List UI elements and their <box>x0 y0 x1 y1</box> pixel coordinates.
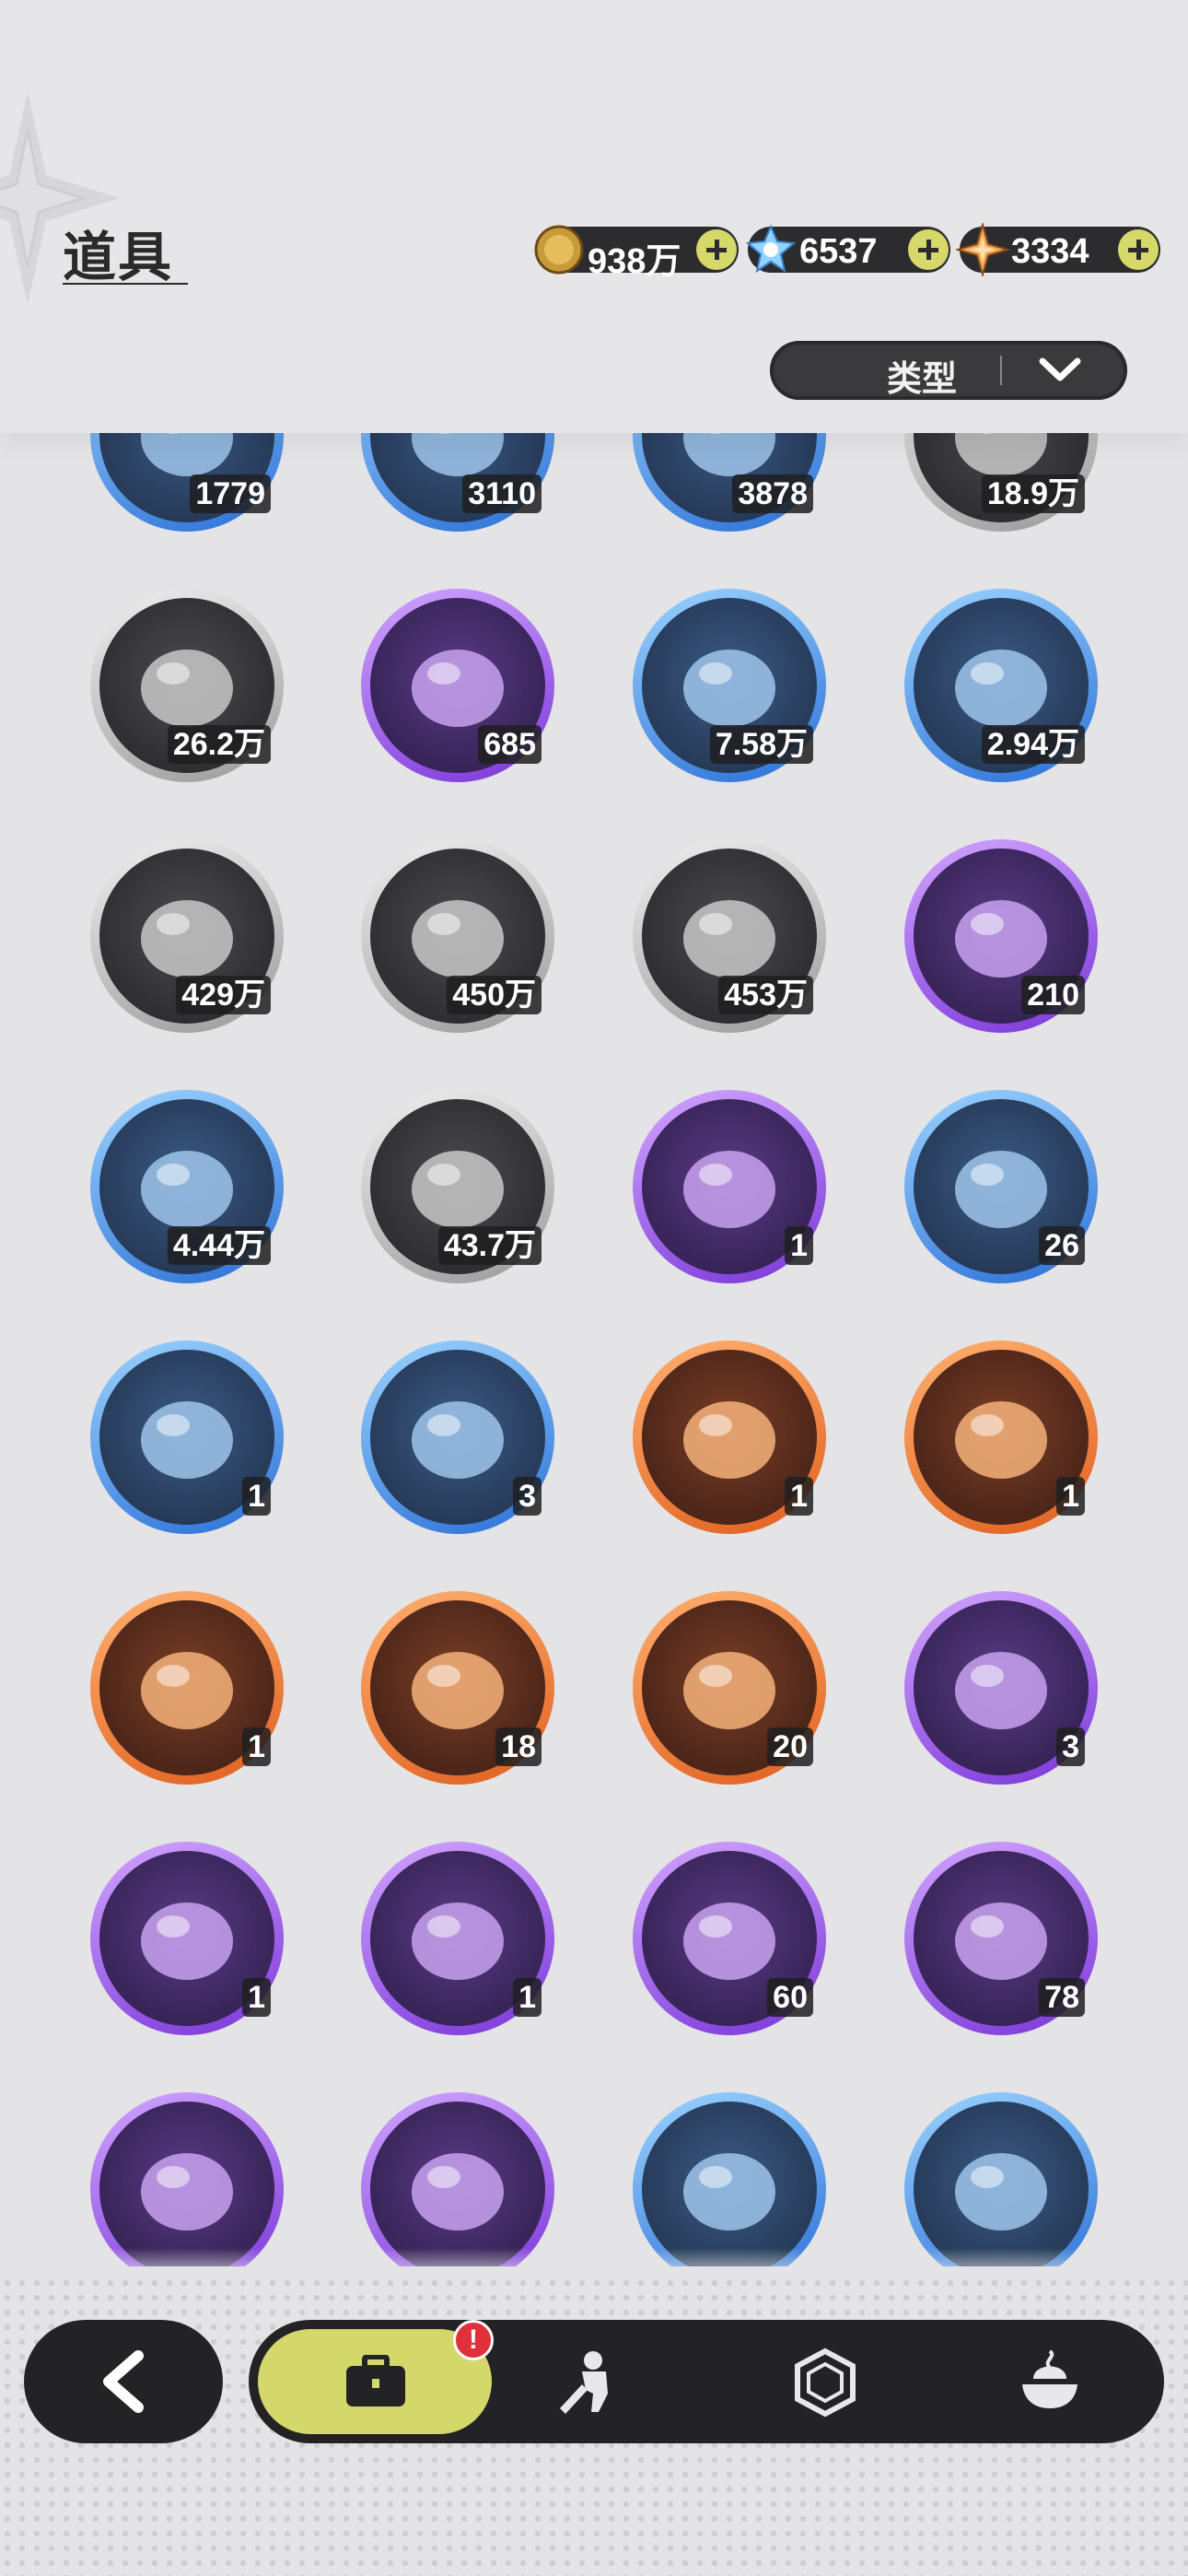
tab-food[interactable] <box>995 2329 1105 2434</box>
item-count: 3 <box>513 1477 542 1516</box>
item-slot-cherry-blossom-bouquet[interactable]: 3 <box>904 1591 1098 1785</box>
currency-gold-value: 938万 <box>588 242 681 281</box>
item-slot-yellow-flowers[interactable] <box>904 2092 1098 2266</box>
item-slot-pet-food-bag-brown[interactable]: 43.7万 <box>361 1090 554 1283</box>
item-slot-pet-food-bag-blue[interactable]: 4.44万 <box>90 1090 284 1283</box>
recipe-book-icon <box>141 2153 233 2231</box>
item-count: 210 <box>1021 976 1085 1014</box>
item-slot-recipe-book[interactable] <box>90 2092 284 2266</box>
item-slot-dried-flowers[interactable]: 1 <box>90 1341 284 1534</box>
type-filter-label: 类型 <box>886 360 957 399</box>
title-underline <box>63 283 188 285</box>
item-count: 1 <box>242 1978 271 2017</box>
item-count: 450万 <box>447 976 542 1014</box>
tab-gems[interactable] <box>770 2329 880 2434</box>
tab-items[interactable]: ! <box>258 2320 494 2434</box>
currency-gold[interactable]: 938万 <box>534 225 739 281</box>
item-slot-sand-pile[interactable]: 429万 <box>90 839 284 1033</box>
type-filter-dropdown[interactable]: 类型 <box>770 341 1127 400</box>
item-count: 43.7万 <box>437 1226 542 1265</box>
item-count: 78 <box>1039 1978 1085 2017</box>
item-slot-diamond-gift[interactable]: 20 <box>633 1591 826 1785</box>
tab-character[interactable] <box>534 2329 645 2434</box>
item-slot-egg[interactable]: 26 <box>904 1090 1098 1283</box>
page-title: 道具 <box>63 228 174 287</box>
item-count: 18.9万 <box>981 474 1085 513</box>
back-button[interactable] <box>24 2320 223 2443</box>
item-slot-crown[interactable]: 18 <box>361 1591 554 1785</box>
currency-crystal-value: 6537 <box>799 232 878 271</box>
item-count: 1 <box>242 1477 271 1516</box>
item-slot-logs[interactable]: 18.9万 <box>904 433 1098 532</box>
gold-coin-icon <box>534 225 584 275</box>
header: 道具 938万 6537 3334 类型 <box>0 0 1188 433</box>
item-count: 4.44万 <box>167 1226 271 1265</box>
briefcase-icon <box>346 2355 405 2406</box>
item-count: 7.58万 <box>709 725 813 764</box>
blue-flowers-icon <box>683 2153 775 2231</box>
currency-star[interactable]: 3334 <box>956 223 1160 276</box>
item-slot-lily-bouquet[interactable]: 1 <box>90 1842 284 2035</box>
item-slot-straw-bundle[interactable]: 1 <box>633 1090 826 1283</box>
add-crystal-button[interactable] <box>908 229 949 270</box>
currency-star-value: 3334 <box>1011 232 1089 271</box>
item-grid: 1779 3110 3878 18.9万 26.2万 685 7.58万 2.94万 429万 4… <box>0 433 1188 2266</box>
item-slot-dark-crystal[interactable]: 450万 <box>361 839 554 1033</box>
item-slot-gold-crystal[interactable]: 685 <box>361 589 554 782</box>
item-count: 20 <box>767 1727 813 1766</box>
star-gem-icon <box>956 223 1009 276</box>
item-slot-potion-vial[interactable]: 3 <box>361 1341 554 1534</box>
back-arrow-icon <box>103 2350 144 2413</box>
item-slot-weapon-book[interactable] <box>361 2092 554 2266</box>
yellow-flowers-icon <box>955 2153 1047 2231</box>
item-count: 1779 <box>190 474 271 513</box>
weapon-book-icon <box>412 2153 504 2231</box>
item-count: 1 <box>513 1978 542 2017</box>
item-slot-pocket-watch[interactable]: 1 <box>904 1341 1098 1534</box>
chevron-down-icon <box>1039 357 1081 381</box>
add-gold-button[interactable] <box>696 229 737 270</box>
item-slot-iron-bars[interactable]: 26.2万 <box>90 589 284 782</box>
bottom-nav: ! <box>249 2320 1164 2443</box>
item-slot-purple-orb[interactable]: 453万 <box>633 839 826 1033</box>
item-slot-leaf[interactable]: 3878 <box>633 433 826 532</box>
character-icon <box>560 2351 608 2414</box>
currency-crystal[interactable]: 6537 <box>745 224 950 274</box>
item-count: 1 <box>785 1226 813 1265</box>
food-bowl-icon <box>1022 2349 1077 2408</box>
item-slot-blue-flowers[interactable] <box>633 2092 826 2266</box>
item-count: 1 <box>242 1727 271 1766</box>
item-slot-gear[interactable]: 3110 <box>361 433 554 532</box>
item-slot-gold-ingot[interactable]: 78 <box>904 1842 1098 2035</box>
crystal-icon <box>745 224 797 274</box>
item-slot-gold-dust[interactable]: 7.58万 <box>633 589 826 782</box>
add-star-button[interactable] <box>1118 229 1159 270</box>
item-count: 26 <box>1039 1226 1085 1265</box>
item-count: 18 <box>495 1727 542 1766</box>
dropdown-divider <box>1000 356 1002 385</box>
item-count: 3110 <box>462 474 542 513</box>
item-count: 685 <box>478 725 542 764</box>
item-count: 1 <box>785 1477 813 1516</box>
item-slot-scale-shield[interactable]: 1779 <box>90 433 284 532</box>
item-count: 3 <box>1056 1727 1085 1766</box>
hexagon-gem-icon <box>795 2348 856 2418</box>
item-slot-pillow[interactable]: 1 <box>361 1842 554 2035</box>
item-slot-pet-food-bag-pink[interactable]: 210 <box>904 839 1098 1033</box>
item-count: 429万 <box>176 976 271 1014</box>
item-count: 26.2万 <box>167 725 271 764</box>
item-slot-red-crystal[interactable]: 2.94万 <box>904 589 1098 782</box>
item-slot-rose-bouquet[interactable]: 1 <box>633 1341 826 1534</box>
notification-badge: ! <box>453 2320 494 2360</box>
item-count: 2.94万 <box>981 725 1085 764</box>
item-count: 60 <box>767 1978 813 2017</box>
item-slot-jade-pendant[interactable]: 60 <box>633 1842 826 2035</box>
item-count: 453万 <box>718 976 813 1014</box>
item-count: 3878 <box>732 474 813 513</box>
item-slot-green-potion[interactable]: 1 <box>90 1591 284 1785</box>
item-count: 1 <box>1056 1477 1085 1516</box>
